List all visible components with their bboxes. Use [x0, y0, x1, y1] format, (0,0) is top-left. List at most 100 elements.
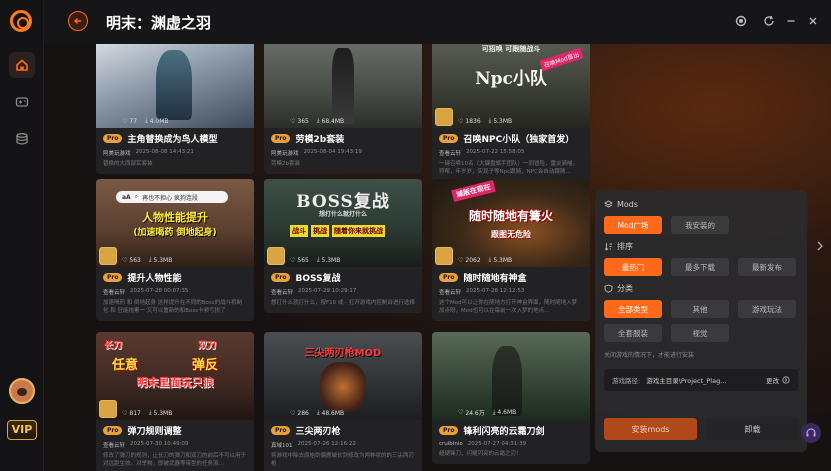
card-stats: ♡ 24.6万 ⤓ 4.6MB: [458, 408, 517, 418]
change-path-button[interactable]: 更改: [766, 375, 790, 385]
tab-cat-outfits[interactable]: 全套服装: [604, 324, 662, 342]
layers-icon: [604, 199, 613, 208]
search-bubble: aA ⌕ 再也不担心 疯狗连段: [116, 191, 228, 203]
pro-badge: Pro: [439, 426, 459, 435]
mod-thumbnail: 可招唤 可跟随战斗 Npc小队 召唤Mod首出 ♡ 1836 ⤓ 5.3MB: [432, 44, 590, 128]
mod-card[interactable]: ♡ 24.6万 ⤓ 4.6MB Pro 锋利闪亮的云霜刀剑 cruibinio 2025…: [432, 332, 590, 464]
mod-card[interactable]: 可招唤 可跟随战斗 Npc小队 召唤Mod首出 ♡ 1836 ⤓ 5.3MB Pro…: [432, 44, 590, 182]
like-icon: ♡: [122, 117, 128, 125]
mod-thumbnail: aA ⌕ 再也不担心 疯狗连段 人物性能提升 (加速喝药 倒地起身) ♡ 563 ⤓ 5…: [96, 179, 254, 267]
nav-storage-button[interactable]: [9, 126, 35, 152]
card-title: 召唤NPC小队（独家首发）: [463, 135, 575, 145]
card-title: 主角替换成为鸟人模型: [127, 135, 218, 145]
tab-cat-other[interactable]: 其他: [671, 300, 729, 318]
refresh-button[interactable]: [762, 14, 776, 28]
download-icon: ⤓: [145, 117, 148, 124]
headset-icon: [806, 428, 816, 437]
card-title: 弹刀规则调整: [127, 427, 182, 437]
author-avatar: [267, 247, 285, 265]
card-stats: ♡ 2062 ⤓ 5.3MB: [458, 256, 513, 264]
mod-card[interactable]: ♡ 365 ⤓ 68.4MB Pro 劳模2b套装 阿美玩游戏 2025-08-04 1…: [264, 44, 422, 174]
mod-card[interactable]: 长刀 双刀 任意 弹反 明末里面玩只狼 ♡ 817 ⤓ 5.3MB Pro 弹刀规则调…: [96, 332, 254, 471]
tab-sort-downloads[interactable]: 最多下载: [671, 258, 729, 276]
mod-thumbnail: ♡ 365 ⤓ 68.4MB: [264, 44, 422, 128]
category-tabs-row2: 全套服装 视觉: [604, 324, 798, 342]
card-author: cruibinio: [439, 441, 463, 447]
overlay-tag: 长刀: [104, 341, 123, 351]
left-rail: VIP: [0, 0, 44, 471]
card-title: BOSS复战: [295, 274, 341, 284]
character-figure: [156, 50, 192, 120]
tab-sort-newest[interactable]: 最新发布: [738, 258, 796, 276]
tab-cat-gameplay[interactable]: 游戏玩法: [738, 300, 796, 318]
card-date: 2025-08-08 14:43:21: [135, 149, 194, 155]
user-avatar[interactable]: [9, 378, 35, 404]
like-icon: ♡: [122, 409, 128, 417]
tab-sort-hottest[interactable]: 最热门: [604, 258, 662, 276]
settings-button[interactable]: [734, 14, 748, 28]
minimize-button[interactable]: [784, 14, 798, 28]
card-description: 一键召唤10名（大镰盘旗手团队）一同冒险，雷炎骑喵，狩帮，年岁岁，实现子等Npc…: [439, 161, 579, 175]
sort-tabs: 最热门 最多下载 最新发布: [604, 258, 798, 276]
pro-badge: Pro: [271, 426, 291, 435]
card-author: 查看云轩: [271, 290, 294, 296]
mod-card[interactable]: BOSS复战 想打什么就打什么 战斗 挑战 随着你来就挑战 ♡ 565 ⤓ 5.3M…: [264, 179, 422, 313]
mod-thumbnail: 城版在现在 随时随地有篝火 跟图无危险 ♡ 2062 ⤓ 5.3MB: [432, 179, 590, 267]
overlay-tag: 城版在现在: [451, 179, 496, 203]
card-title: 随时随地有神盒: [463, 274, 527, 284]
overlay-title: 随时随地有篝火: [468, 209, 553, 223]
action-buttons: 安装mods 卸载: [604, 418, 799, 440]
overlay-title: Npc小队: [475, 69, 547, 89]
tab-cat-visual[interactable]: 视觉: [671, 324, 729, 342]
overlay-subtitle: 跟图无危险: [491, 230, 531, 239]
mod-card[interactable]: 三尖两刃枪MOD ♡ 286 ⤓ 48.6MB Pro 三尖两刃枪 真域101 2025…: [264, 332, 422, 471]
tab-mod-square[interactable]: Mod广场: [604, 216, 662, 234]
card-description: 劳模2b套装: [271, 161, 300, 167]
download-icon: ⤓: [492, 408, 496, 416]
minimize-icon: [787, 20, 795, 22]
author-avatar: [99, 400, 117, 418]
close-button[interactable]: [806, 14, 820, 28]
card-author: 查看云轩: [439, 151, 462, 157]
install-mods-button[interactable]: 安装mods: [604, 418, 697, 440]
mod-thumbnail: 三尖两刃枪MOD ♡ 286 ⤓ 48.6MB: [264, 332, 422, 420]
back-button[interactable]: [68, 11, 88, 31]
support-button[interactable]: [801, 423, 821, 443]
card-author: 查看云轩: [439, 290, 462, 296]
app-logo-icon: [10, 10, 32, 32]
overlay-tag: 双刀: [198, 341, 217, 351]
card-description: 替换的大西部军套装: [103, 161, 153, 167]
overlay-title: 人物性能提升: [142, 211, 208, 224]
mod-card[interactable]: 城版在现在 随时随地有篝火 跟图无危险 ♡ 2062 ⤓ 5.3MB Pro 随时随地…: [432, 179, 590, 321]
card-author: 阿美玩游戏: [271, 151, 299, 157]
mod-card[interactable]: ♡ 77 ⤓ 4.0MB Pro 主角替换成为鸟人模型 阿美玩游戏 2025-08-08…: [96, 44, 254, 174]
game-path-field: 游戏路径: 游戏主目录\Project_Plag... 更改: [604, 369, 798, 391]
sort-icon: [604, 242, 612, 251]
game-path-label: 游戏路径:: [612, 377, 641, 385]
record-icon: [735, 15, 747, 27]
mods-tabs: Mod广场 我安装的: [604, 216, 798, 234]
card-date: 2025-08-04 19:43:19: [303, 149, 362, 155]
tab-my-installed[interactable]: 我安装的: [671, 216, 729, 234]
nav-games-button[interactable]: [9, 89, 35, 115]
card-date: 2025-07-29 10:29:17: [298, 288, 357, 294]
overlay-tag: 弹反: [192, 358, 219, 373]
download-icon: ⤓: [148, 256, 152, 263]
overlay-subtitle: (加速喝药 倒地起身): [133, 228, 217, 238]
mod-thumbnail: ♡ 77 ⤓ 4.0MB: [96, 44, 254, 128]
pro-badge: Pro: [103, 134, 123, 143]
card-date: 2025-07-22 15:58:05: [466, 149, 525, 155]
pro-badge: Pro: [271, 134, 291, 143]
category-tabs-row1: 全部类型 其他 游戏玩法: [604, 300, 798, 318]
pro-badge: Pro: [103, 426, 123, 435]
card-description: 这个Mod可以让你在随地方打开神盒界面，随时随地入梦 加点呀，Mod也可以在每前…: [439, 300, 578, 314]
uninstall-button[interactable]: 卸载: [706, 418, 799, 440]
nav-home-button[interactable]: [9, 52, 35, 78]
panel-collapse-arrow[interactable]: [816, 240, 828, 254]
download-icon: ⤓: [488, 117, 492, 124]
vip-badge[interactable]: VIP: [7, 420, 37, 440]
card-date: 2025-07-26 12:16:22: [297, 441, 356, 447]
tab-cat-all[interactable]: 全部类型: [604, 300, 662, 318]
mod-card[interactable]: aA ⌕ 再也不担心 疯狗连段 人物性能提升 (加速喝药 倒地起身) ♡ 563 ⤓ 5…: [96, 179, 254, 321]
card-title: 提升人物性能: [127, 274, 182, 284]
